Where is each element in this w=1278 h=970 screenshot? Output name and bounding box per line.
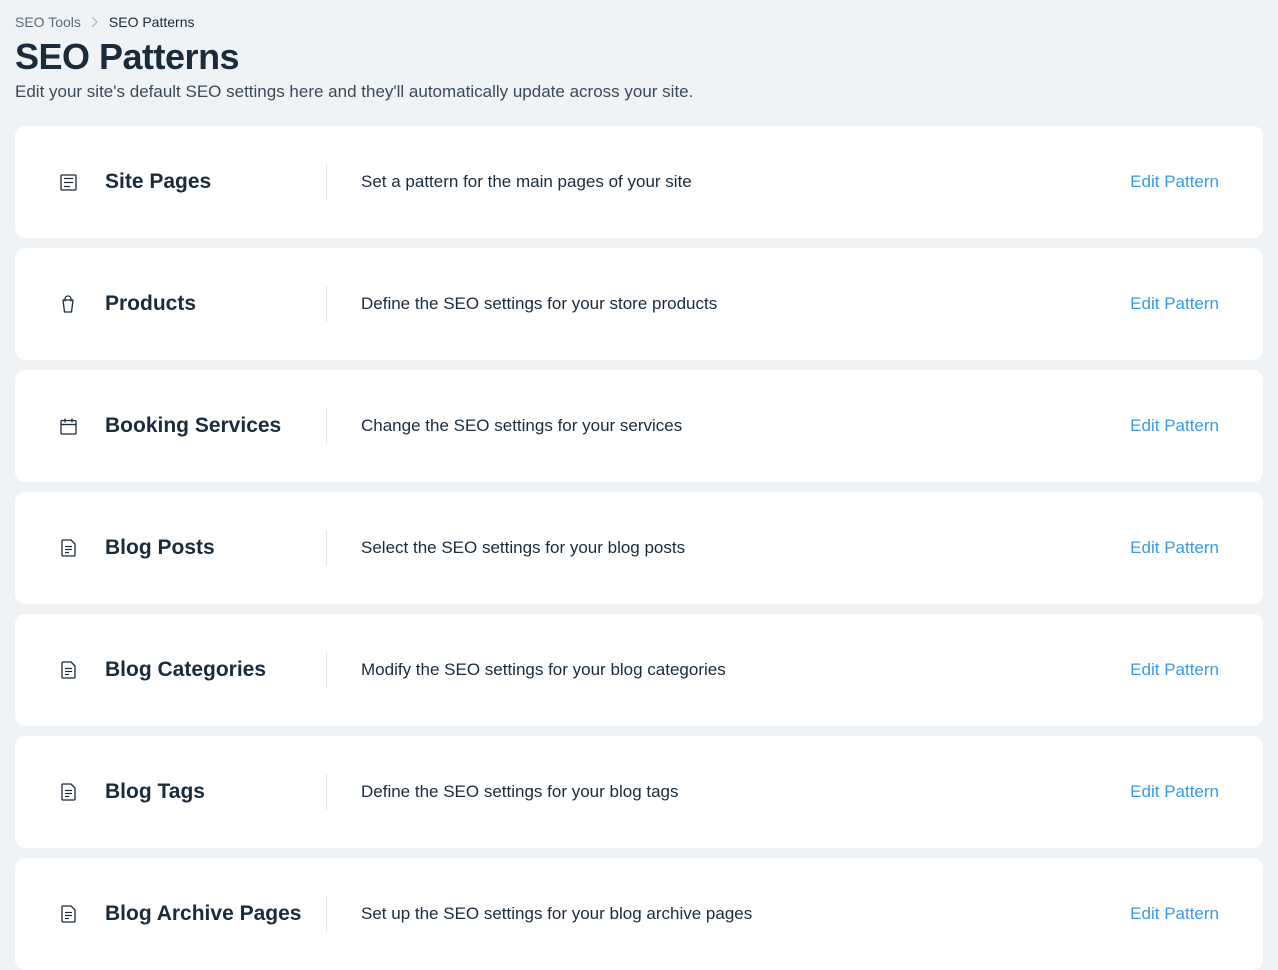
pattern-title-col: Products bbox=[77, 286, 327, 322]
pattern-description: Set a pattern for the main pages of your… bbox=[327, 172, 1130, 192]
edit-pattern-link[interactable]: Edit Pattern bbox=[1130, 538, 1219, 558]
edit-pattern-link[interactable]: Edit Pattern bbox=[1130, 660, 1219, 680]
pattern-title: Products bbox=[105, 292, 196, 316]
pattern-card: Blog Categories Modify the SEO settings f… bbox=[15, 614, 1263, 726]
edit-pattern-link[interactable]: Edit Pattern bbox=[1130, 172, 1219, 192]
edit-pattern-link[interactable]: Edit Pattern bbox=[1130, 294, 1219, 314]
pattern-card: Booking Services Change the SEO settings … bbox=[15, 370, 1263, 482]
pattern-card: Blog Posts Select the SEO settings for yo… bbox=[15, 492, 1263, 604]
calendar-icon bbox=[59, 417, 77, 435]
edit-pattern-link[interactable]: Edit Pattern bbox=[1130, 782, 1219, 802]
chevron-right-icon bbox=[91, 16, 99, 28]
document-icon bbox=[59, 783, 77, 801]
pattern-title-col: Site Pages bbox=[77, 164, 327, 200]
product-icon bbox=[59, 295, 77, 313]
pattern-description: Define the SEO settings for your blog ta… bbox=[327, 782, 1130, 802]
pattern-title: Blog Tags bbox=[105, 780, 205, 804]
pattern-title-col: Blog Archive Pages bbox=[77, 896, 327, 932]
pattern-title: Blog Archive Pages bbox=[105, 902, 301, 926]
page-title: SEO Patterns bbox=[15, 36, 1263, 78]
pattern-card: Blog Tags Define the SEO settings for you… bbox=[15, 736, 1263, 848]
page-icon bbox=[59, 173, 77, 191]
pattern-description: Select the SEO settings for your blog po… bbox=[327, 538, 1130, 558]
pattern-title-col: Blog Categories bbox=[77, 652, 327, 688]
pattern-description: Change the SEO settings for your service… bbox=[327, 416, 1130, 436]
pattern-title: Booking Services bbox=[105, 414, 281, 438]
breadcrumb-current: SEO Patterns bbox=[109, 14, 195, 30]
pattern-description: Define the SEO settings for your store p… bbox=[327, 294, 1130, 314]
document-icon bbox=[59, 905, 77, 923]
pattern-card: Blog Archive Pages Set up the SEO setting… bbox=[15, 858, 1263, 970]
document-icon bbox=[59, 539, 77, 557]
pattern-list: Site Pages Set a pattern for the main pag… bbox=[15, 126, 1263, 970]
page-subtitle: Edit your site's default SEO settings he… bbox=[15, 82, 1263, 102]
breadcrumb: SEO Tools SEO Patterns bbox=[15, 14, 1263, 30]
pattern-description: Modify the SEO settings for your blog ca… bbox=[327, 660, 1130, 680]
pattern-title: Blog Posts bbox=[105, 536, 215, 560]
pattern-title-col: Blog Tags bbox=[77, 774, 327, 810]
edit-pattern-link[interactable]: Edit Pattern bbox=[1130, 416, 1219, 436]
pattern-title: Blog Categories bbox=[105, 658, 266, 682]
pattern-description: Set up the SEO settings for your blog ar… bbox=[327, 904, 1130, 924]
pattern-title: Site Pages bbox=[105, 170, 211, 194]
pattern-card: Site Pages Set a pattern for the main pag… bbox=[15, 126, 1263, 238]
pattern-card: Products Define the SEO settings for your… bbox=[15, 248, 1263, 360]
pattern-title-col: Booking Services bbox=[77, 408, 327, 444]
document-icon bbox=[59, 661, 77, 679]
breadcrumb-parent-link[interactable]: SEO Tools bbox=[15, 14, 81, 30]
pattern-title-col: Blog Posts bbox=[77, 530, 327, 566]
edit-pattern-link[interactable]: Edit Pattern bbox=[1130, 904, 1219, 924]
